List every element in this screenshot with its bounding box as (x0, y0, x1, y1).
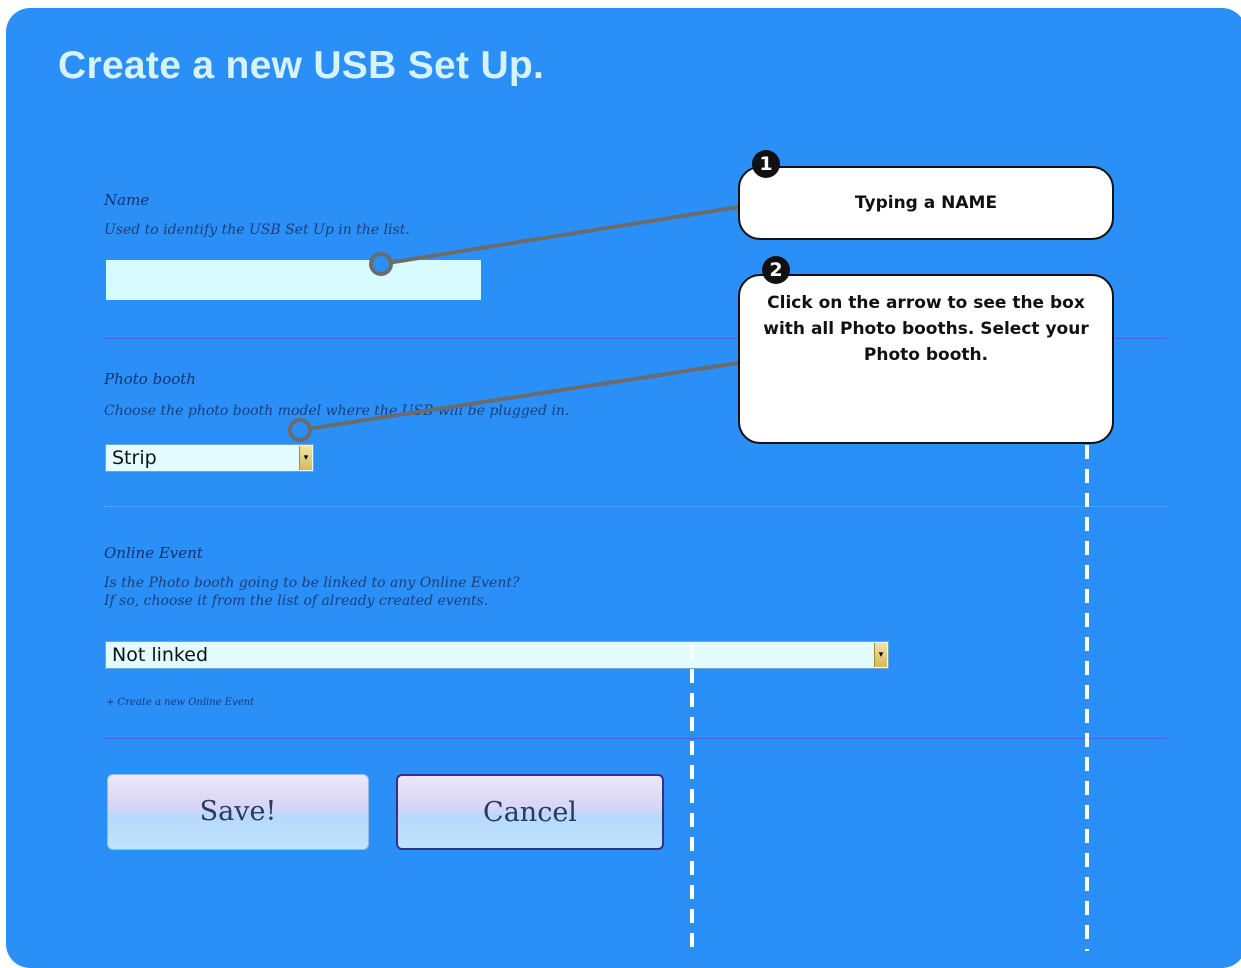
callout-2: Click on the arrow to see the box with a… (738, 274, 1114, 444)
callout-2-anchor (288, 418, 312, 442)
callout-1-connector (380, 204, 746, 266)
callout-1-anchor (369, 252, 393, 276)
callout-2-text: Click on the arrow to see the box with a… (763, 293, 1089, 365)
callout-2-connector (299, 360, 746, 432)
callout-1-text: Typing a NAME (854, 193, 998, 213)
callout-1-number: 1 (752, 150, 780, 178)
callout-1: Typing a NAME (738, 166, 1114, 240)
annotation-overlay (288, 204, 1089, 951)
callout-2-number: 2 (762, 256, 790, 284)
